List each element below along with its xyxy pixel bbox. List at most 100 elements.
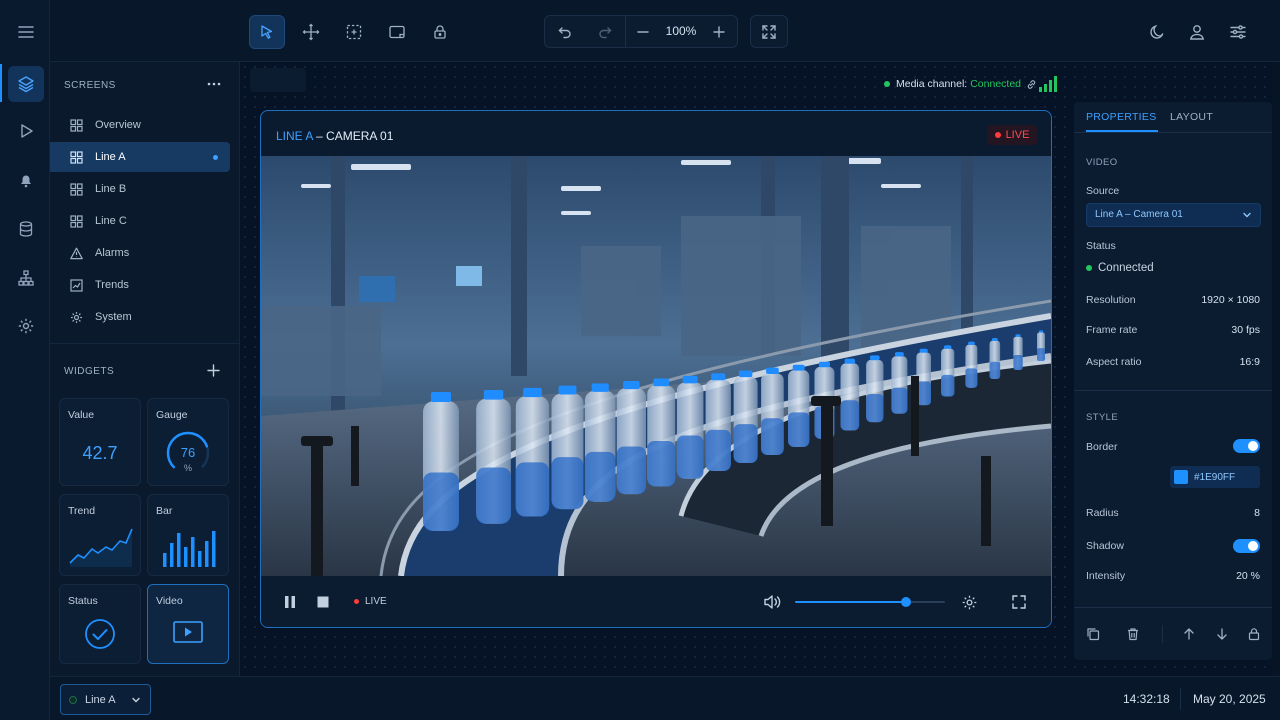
top-toolbar: 100% [50,0,1280,62]
layers-icon[interactable] [8,66,44,102]
volume-icon[interactable] [761,592,783,612]
screen-item-overview[interactable]: Overview [50,110,230,140]
widget-gauge[interactable]: Gauge 76 % [147,398,229,486]
add-widget-icon[interactable] [207,364,220,377]
bell-icon[interactable] [8,162,44,198]
shadow-toggle[interactable] [1233,539,1260,553]
zoom-out-icon[interactable] [625,16,661,47]
zoom-in-icon[interactable] [701,16,737,47]
video-title-line: LINE A [276,129,313,143]
tab-properties[interactable]: PROPERTIES [1086,102,1158,132]
hierarchy-icon[interactable] [8,260,44,296]
widget-video[interactable]: Video [147,584,229,664]
video-widget[interactable]: LINE A – CAMERA 01 LIVE LIVE [260,110,1052,628]
status-bar: Line A 14:32:18 May 20, 2025 [50,676,1280,720]
zoom-level[interactable]: 100% [657,16,705,47]
color-swatch [1174,470,1188,484]
media-channel-status: Media channel: Connected [884,78,1037,90]
trash-icon[interactable] [1126,627,1140,641]
duplicate-icon[interactable] [1086,627,1100,641]
video-settings-gear-icon[interactable] [959,592,979,612]
dark-mode-moon-icon[interactable] [1145,20,1169,44]
resolution-label: Resolution [1086,294,1136,306]
bottle-shape [891,352,908,414]
bottle-shape [941,345,955,397]
lock-icon[interactable] [1247,627,1261,641]
intensity-label: Intensity [1086,570,1126,582]
border-label: Border [1086,441,1118,453]
canvas-placeholder-chip [250,68,306,92]
line-status-dot [69,695,77,704]
screens-heading: SCREENS [64,80,116,91]
volume-slider[interactable] [795,597,945,607]
volume-knob[interactable] [901,597,911,607]
widget-value[interactable]: Value 42.7 [59,398,141,486]
bottle-shape [788,364,810,447]
filters-sliders-icon[interactable] [1226,20,1250,44]
fullscreen-toolbar-button[interactable] [750,15,788,48]
play-icon[interactable] [8,113,44,149]
screen-item-alarms[interactable]: Alarms [50,238,230,268]
line-chart-icon [70,278,84,292]
source-select[interactable]: Line A – Camera 01 [1086,203,1261,227]
screen-item-label: Overview [95,119,141,131]
gauge-unit: % [183,463,192,473]
aspect-ratio-label: Aspect ratio [1086,356,1142,368]
gear-icon [70,310,84,324]
menu-icon[interactable] [8,14,44,50]
move-crosshair-tool[interactable] [293,15,329,49]
radius-value[interactable]: 8 [1254,507,1260,519]
grid-icon [70,182,84,196]
arrow-down-icon[interactable] [1215,627,1229,641]
line-selector[interactable]: Line A [60,684,151,715]
widget-label: Value [68,409,95,421]
rail-active-indicator [0,64,2,102]
video-section-heading: VIDEO [1086,157,1118,168]
bottle-shape [761,367,784,456]
resolution-value: 1920 × 1080 [1201,294,1260,306]
pause-icon[interactable] [281,593,299,611]
border-toggle[interactable] [1233,439,1260,453]
tabs-divider [1074,132,1272,133]
marquee-select-tool[interactable] [336,15,372,49]
redo-icon[interactable] [587,16,623,47]
user-profile-icon[interactable] [1185,20,1209,44]
lock-icon[interactable] [422,15,458,49]
frame-tool[interactable] [379,15,415,49]
widget-status[interactable]: Status [59,584,141,664]
settings-gear-icon[interactable] [8,308,44,344]
intensity-value[interactable]: 20 % [1236,570,1260,582]
video-controls-bar: LIVE [261,576,1051,627]
controls-live-label: LIVE [365,596,387,607]
live-dot [354,599,359,604]
widget-bar[interactable]: Bar [147,494,229,576]
bottle-shape [1037,330,1045,361]
gauge-number: 76 [180,445,196,460]
bottle-shape [551,385,584,510]
widget-trend[interactable]: Trend [59,494,141,576]
source-label: Source [1086,185,1120,197]
widget-label: Gauge [156,409,188,421]
border-color-picker[interactable]: #1E90FF [1170,466,1260,488]
clock-time: 14:32:18 [1123,692,1170,706]
bottle-shape [584,383,616,502]
screen-item-line-a[interactable]: Line A [50,142,230,172]
screen-item-trends[interactable]: Trends [50,270,230,300]
more-options-icon[interactable] [207,82,221,86]
undo-icon[interactable] [547,16,583,47]
stop-icon[interactable] [314,593,332,611]
video-fullscreen-icon[interactable] [1009,592,1029,612]
bottle-shape [676,375,704,479]
arrow-up-icon[interactable] [1182,627,1196,641]
widget-label: Video [156,595,183,607]
widget-label: Bar [156,505,173,517]
bottle-shape [989,338,1001,379]
radius-label: Radius [1086,507,1119,519]
select-pointer-tool[interactable] [249,15,285,49]
current-date: May 20, 2025 [1193,692,1266,706]
screen-item-line-c[interactable]: Line C [50,206,230,236]
database-icon[interactable] [8,211,44,247]
screen-item-line-b[interactable]: Line B [50,174,230,204]
screen-item-system[interactable]: System [50,302,230,332]
tab-layout[interactable]: LAYOUT [1170,102,1220,132]
